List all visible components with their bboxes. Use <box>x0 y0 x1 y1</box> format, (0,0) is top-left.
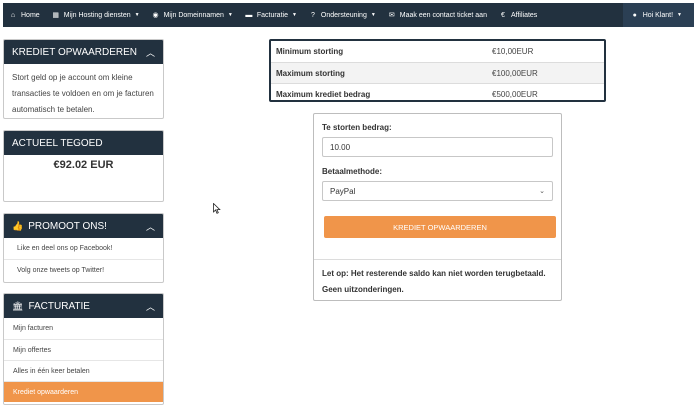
nav-domains-label: Mijn Domeinnamen <box>163 11 224 19</box>
nav-domains[interactable]: ◉ Mijn Domeinnamen ▼ <box>146 3 239 27</box>
chevron-up-icon[interactable]: ︿ <box>146 300 155 313</box>
payment-method-label: Betaalmethode: <box>322 167 383 176</box>
globe-icon: ◉ <box>152 12 159 19</box>
nav-billing[interactable]: ▬ Facturatie ▼ <box>239 3 303 27</box>
chevron-down-icon: ⌄ <box>539 188 545 195</box>
limit-label: Maximum krediet bedrag <box>276 89 371 99</box>
facturatie-pay-all-link[interactable]: Alles in één keer betalen <box>4 360 163 381</box>
table-row: Minimum storting €10,00EUR <box>271 41 604 62</box>
limits-table: Minimum storting €10,00EUR Maximum stort… <box>269 39 606 102</box>
nav-affiliates-label: Affiliates <box>510 11 538 19</box>
bank-icon: 🏛 <box>12 300 24 311</box>
panel-facturatie-header[interactable]: 🏛 FACTURATIE ︿ <box>4 294 163 318</box>
nav-home[interactable]: ⌂ Home <box>3 3 46 27</box>
panel-tegoed: ACTUEEL TEGOED €92.02 EUR <box>3 130 164 202</box>
thumbs-up-icon: 👍 <box>12 220 24 231</box>
panel-promoot: 👍 PROMOOT ONS! ︿ Like en deel ons op Fac… <box>3 213 164 283</box>
limit-value: €500,00EUR <box>492 89 538 99</box>
user-icon: ● <box>632 11 637 19</box>
panel-facturatie-title: FACTURATIE <box>28 300 90 312</box>
facturatie-add-credit-link[interactable]: Krediet opwaarderen <box>4 381 163 402</box>
caret-down-icon: ▼ <box>370 12 376 18</box>
payment-method-value: PayPal <box>330 186 356 196</box>
panel-krediet: KREDIET OPWAARDEREN ︿ Stort geld op je a… <box>3 39 164 119</box>
limit-label: Maximum storting <box>276 68 345 78</box>
deposit-form: Te storten bedrag: 10.00 Betaalmethode: … <box>313 113 562 301</box>
caret-down-icon: ▼ <box>134 12 140 18</box>
caret-down-icon: ▼ <box>291 12 297 18</box>
panel-promoot-title: PROMOOT ONS! <box>28 220 107 232</box>
promoot-twitter-link[interactable]: Volg onze tweets op Twitter! <box>4 259 163 280</box>
panel-promoot-header[interactable]: 👍 PROMOOT ONS! ︿ <box>4 214 163 238</box>
top-navbar: ⌂ Home ▦ Mijn Hosting diensten ▼ ◉ Mijn … <box>3 3 694 27</box>
add-credit-button[interactable]: KREDIET OPWAARDEREN <box>324 216 556 238</box>
chevron-up-icon[interactable]: ︿ <box>146 46 155 59</box>
promoot-list: Like en deel ons op Facebook! Volg onze … <box>4 238 163 280</box>
nav-hosting-label: Mijn Hosting diensten <box>63 11 131 19</box>
mouse-cursor-icon <box>213 203 221 214</box>
nav-ticket[interactable]: ✉ Maak een contact ticket aan <box>382 3 493 27</box>
balance-amount: €92.02 EUR <box>53 159 114 171</box>
nav-user-menu[interactable]: ● Hoi Klant! ▼ <box>622 3 694 27</box>
panel-krediet-header[interactable]: KREDIET OPWAARDEREN ︿ <box>4 40 163 64</box>
limit-value: €10,00EUR <box>492 47 534 56</box>
question-icon: ? <box>310 11 315 19</box>
panel-tegoed-title: ACTUEEL TEGOED <box>12 137 103 149</box>
nav-hosting[interactable]: ▦ Mijn Hosting diensten ▼ <box>46 3 146 27</box>
amount-label: Te storten bedrag: <box>322 123 392 132</box>
form-divider <box>314 259 561 260</box>
caret-down-icon: ▼ <box>227 12 233 18</box>
facturatie-list: Mijn facturen Mijn offertes Alles in één… <box>4 318 163 402</box>
facturatie-quotes-link[interactable]: Mijn offertes <box>4 339 163 360</box>
credit-card-icon: ▬ <box>245 11 253 19</box>
euro-icon: € <box>501 11 505 19</box>
chevron-up-icon[interactable]: ︿ <box>146 220 155 233</box>
panel-krediet-title: KREDIET OPWAARDEREN <box>12 46 138 58</box>
nav-billing-label: Facturatie <box>256 11 288 19</box>
nav-user-label: Hoi Klant! <box>642 11 674 19</box>
table-row: Maximum storting €100,00EUR <box>271 62 604 83</box>
limit-label: Minimum storting <box>276 47 344 56</box>
promoot-facebook-link[interactable]: Like en deel ons op Facebook! <box>4 238 163 259</box>
panel-tegoed-header: ACTUEEL TEGOED <box>4 131 163 155</box>
nav-ticket-label: Maak een contact ticket aan <box>399 11 487 19</box>
payment-method-select[interactable]: PayPal ⌄ <box>322 181 553 201</box>
amount-input[interactable]: 10.00 <box>322 137 553 157</box>
nav-home-label: Home <box>21 11 40 19</box>
panel-facturatie: 🏛 FACTURATIE ︿ Mijn facturen Mijn offert… <box>3 293 164 405</box>
facturatie-invoices-link[interactable]: Mijn facturen <box>4 318 163 339</box>
panel-krediet-text: Stort geld op je account om kleine trans… <box>12 73 154 114</box>
nav-support-label: Ondersteuning <box>320 11 367 19</box>
caret-down-icon: ▼ <box>677 12 682 18</box>
nav-support[interactable]: ? Ondersteuning ▼ <box>303 3 382 27</box>
nav-affiliates[interactable]: € Affiliates <box>493 3 543 27</box>
cubes-icon: ▦ <box>52 12 59 19</box>
limit-value: €100,00EUR <box>492 68 538 78</box>
envelope-icon: ✉ <box>388 12 395 19</box>
table-row: Maximum krediet bedrag €500,00EUR <box>271 83 604 104</box>
home-icon: ⌂ <box>10 11 16 19</box>
refund-note: Let op: Het resterende saldo kan niet wo… <box>322 269 546 294</box>
